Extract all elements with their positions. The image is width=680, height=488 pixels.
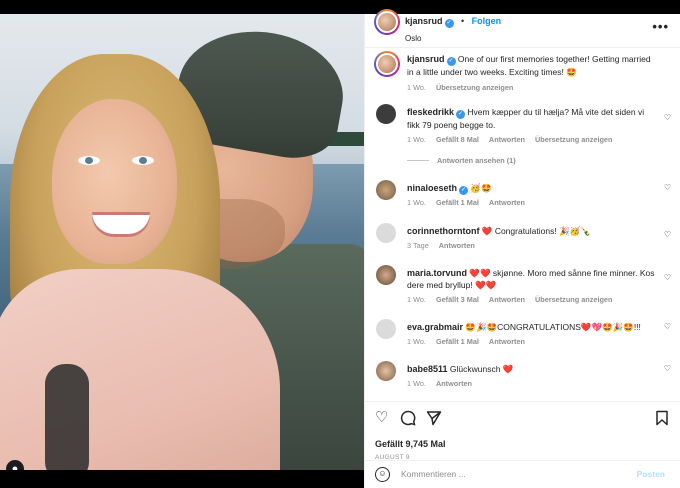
verified-icon: ✓ [444, 19, 454, 28]
verified-icon: ✓ [446, 57, 456, 66]
author-avatar[interactable] [374, 9, 400, 35]
comment-avatar[interactable] [376, 319, 396, 339]
comment-text-row: ninaloeseth ✓ 🥳🤩 [407, 182, 657, 195]
comment-username[interactable]: fleskedrikk [407, 107, 454, 117]
caption-avatar[interactable] [374, 51, 400, 77]
emoji-icon[interactable]: ☺ [375, 467, 390, 482]
comment-likes[interactable]: Gefällt 3 Mal [436, 295, 479, 304]
caption-time[interactable]: 1 Wo. [407, 83, 426, 92]
comment-time[interactable]: 1 Wo. [407, 135, 426, 144]
post-actions: ♡ Gefällt 9,745 Mal AUGUST 9 [365, 401, 680, 461]
caption-meta: 1 Wo. Übersetzung anzeigen [407, 83, 523, 92]
share-icon[interactable] [426, 410, 442, 430]
follow-button[interactable]: Folgen [472, 16, 502, 26]
comment-avatar[interactable] [376, 265, 396, 285]
photo-eye-left [78, 156, 100, 165]
caption-text-row: kjansrud ✓ One of our first memories toge… [407, 53, 657, 78]
author-username[interactable]: kjansrud [405, 16, 443, 26]
comment-time[interactable]: 3 Tage [407, 241, 429, 250]
comment-text: 🥳🤩 [470, 183, 492, 193]
view-replies-button[interactable]: Antworten ansehen (1) [407, 156, 516, 165]
comment-avatar[interactable] [376, 223, 396, 243]
comment-meta: 1 Wo. Gefällt 1 Mal Antworten [407, 198, 535, 207]
comment-meta: 1 Wo. Gefällt 1 Mal Antworten [407, 337, 535, 346]
comment-input[interactable]: Kommentieren ... [401, 469, 466, 479]
heart-icon[interactable]: ♡ [375, 410, 388, 426]
comment-reply-button[interactable]: Antworten [436, 379, 472, 388]
comment-translate[interactable]: Übersetzung anzeigen [535, 135, 612, 144]
comment-meta: 1 Wo. Gefällt 3 Mal Antworten Übersetzung a… [407, 295, 622, 304]
comment-time[interactable]: 1 Wo. [407, 198, 426, 207]
comment-item: ninaloeseth ✓ 🥳🤩 ♡ 1 Wo. Gefällt 1 Mal Antw… [365, 180, 680, 220]
more-options-icon[interactable]: ••• [652, 19, 669, 34]
comment-like-heart-icon[interactable]: ♡ [664, 273, 671, 282]
comment-item: corinnethorntonf ❤️ Congratulations! 🎉🥳🍾… [365, 223, 680, 263]
post-comment-button[interactable]: Posten [637, 469, 665, 479]
comment-meta: 1 Wo. Antworten [407, 379, 482, 388]
comment-like-heart-icon[interactable]: ♡ [664, 322, 671, 331]
post-header: kjansrud ✓ • Folgen Oslo ••• [365, 9, 680, 48]
photo-eye-right [132, 156, 154, 165]
photo-sunglasses [45, 364, 89, 470]
add-comment-bar: ☺ Kommentieren ... Posten [365, 460, 680, 488]
comment-text-row: fleskedrikk ✓ Hvem kæpper du til hælja? M… [407, 106, 657, 131]
caption-username[interactable]: kjansrud [407, 54, 445, 64]
comment-like-heart-icon[interactable]: ♡ [664, 113, 671, 122]
location-link[interactable]: Oslo [405, 34, 421, 43]
comment-text: Glückwunsch ❤️ [449, 364, 514, 374]
top-bar [0, 0, 680, 14]
comment-text: 🤩🎉🤩CONGRATULATIONS❤️💖🤩🎉🤩!!! [465, 322, 641, 332]
comment-text-row: maria.torvund ❤️❤️ skjønne. Moro med sån… [407, 267, 657, 291]
comment-time[interactable]: 1 Wo. [407, 295, 426, 304]
comments-list: kjansrud ✓ One of our first memories toge… [365, 49, 680, 401]
comment-item: eva.grabmair 🤩🎉🤩CONGRATULATIONS❤️💖🤩🎉🤩!!!… [365, 319, 680, 359]
caption: kjansrud ✓ One of our first memories toge… [365, 51, 680, 97]
comment-avatar[interactable] [376, 104, 396, 124]
comment-item: fleskedrikk ✓ Hvem kæpper du til hælja? M… [365, 104, 680, 174]
comment-like-heart-icon[interactable]: ♡ [664, 183, 671, 192]
post-photo[interactable]: ● [0, 14, 364, 470]
comment-text-row: eva.grabmair 🤩🎉🤩CONGRATULATIONS❤️💖🤩🎉🤩!!! [407, 321, 657, 333]
comment-likes[interactable]: Gefällt 1 Mal [436, 337, 479, 346]
comment-avatar[interactable] [376, 180, 396, 200]
comment-avatar[interactable] [376, 361, 396, 381]
comment-time[interactable]: 1 Wo. [407, 337, 426, 346]
comment-likes[interactable]: Gefällt 1 Mal [436, 198, 479, 207]
verified-icon: ✓ [456, 110, 466, 119]
comment-meta: 3 Tage Antworten [407, 241, 485, 250]
bookmark-icon[interactable] [655, 410, 669, 430]
comment-reply-button[interactable]: Antworten [489, 198, 525, 207]
comment-item: maria.torvund ❤️❤️ skjønne. Moro med sån… [365, 265, 680, 315]
comment-reply-button[interactable]: Antworten [489, 295, 525, 304]
comment-like-heart-icon[interactable]: ♡ [664, 364, 671, 373]
photo-woman-shirt [0, 269, 280, 470]
comment-username[interactable]: maria.torvund [407, 268, 467, 278]
comment-translate[interactable]: Übersetzung anzeigen [535, 295, 612, 304]
instagram-post-viewer: ● kjansrud ✓ • Folgen Oslo ••• kjansrud ✓ … [0, 0, 680, 488]
header-name-row: kjansrud ✓ • Folgen [405, 11, 501, 29]
comment-text-row: babe8511 Glückwunsch ❤️ [407, 363, 657, 375]
comment-text-row: corinnethorntonf ❤️ Congratulations! 🎉🥳🍾 [407, 225, 657, 237]
caption-translate[interactable]: Übersetzung anzeigen [436, 83, 513, 92]
comment-meta: 1 Wo. Gefällt 8 Mal Antworten Übersetzung a… [407, 135, 622, 144]
verified-icon: ✓ [459, 186, 469, 195]
comment-text: ❤️ Congratulations! 🎉🥳🍾 [481, 226, 591, 236]
comment-username[interactable]: babe8511 [407, 364, 448, 374]
likes-count[interactable]: Gefällt 9,745 Mal [375, 439, 446, 449]
photo-woman-face [52, 99, 177, 264]
post-side-panel: kjansrud ✓ • Folgen Oslo ••• kjansrud ✓ On… [364, 9, 680, 488]
comment-time[interactable]: 1 Wo. [407, 379, 426, 388]
comment-username[interactable]: eva.grabmair [407, 322, 463, 332]
comment-reply-button[interactable]: Antworten [489, 337, 525, 346]
comment-icon[interactable] [400, 410, 416, 430]
comment-item: babe8511 Glückwunsch ❤️ ♡ 1 Wo. Antworten [365, 361, 680, 401]
comment-like-heart-icon[interactable]: ♡ [664, 230, 671, 239]
comment-username[interactable]: corinnethorntonf [407, 226, 480, 236]
comment-likes[interactable]: Gefällt 8 Mal [436, 135, 479, 144]
comment-username[interactable]: ninaloeseth [407, 183, 457, 193]
comment-reply-button[interactable]: Antworten [489, 135, 525, 144]
separator-dot: • [460, 16, 465, 26]
comment-reply-button[interactable]: Antworten [439, 241, 475, 250]
